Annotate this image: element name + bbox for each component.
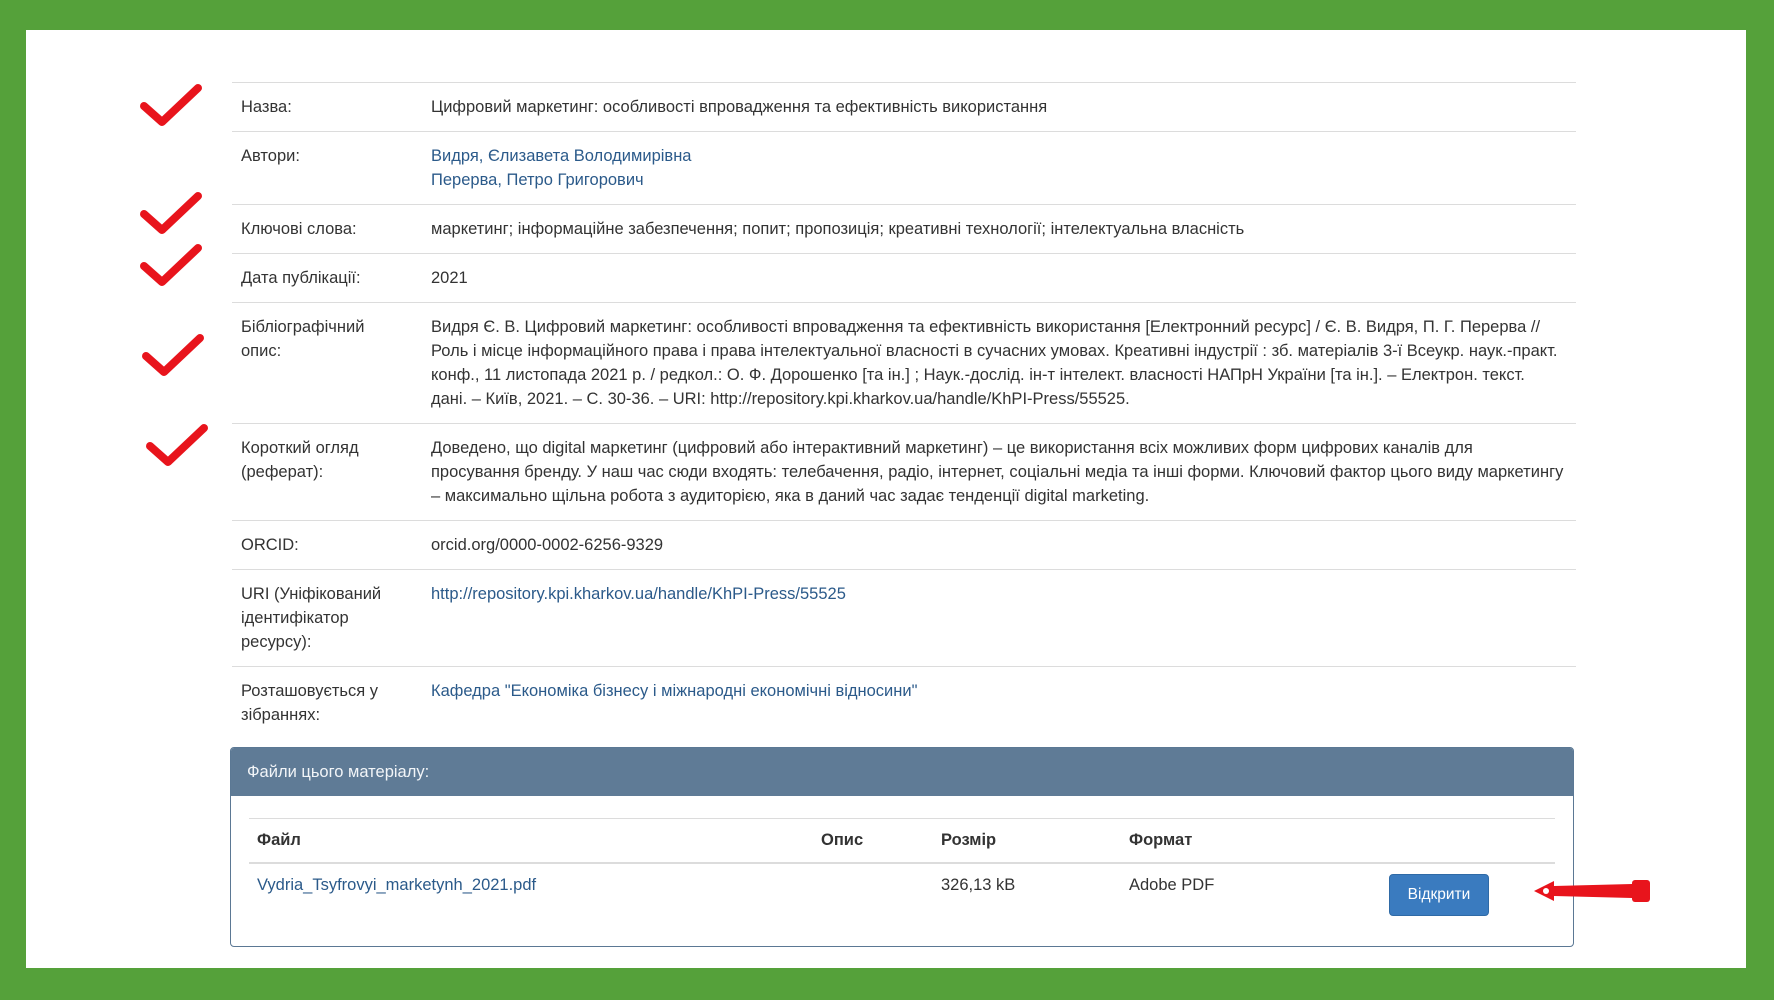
column-header-size: Розмір	[933, 818, 1121, 864]
metadata-value: orcid.org/0000-0002-6256-9329	[431, 521, 1576, 570]
metadata-label-line: Ключові слова:	[241, 220, 357, 238]
file-row: Vydria_Tsyfrovyi_marketynh_2021.pdf 326,…	[249, 863, 1555, 928]
open-file-button[interactable]: Відкрити	[1389, 874, 1489, 916]
metadata-label: Автори:	[232, 132, 431, 205]
metadata-label: Короткий огляд (реферат):	[232, 424, 431, 521]
metadata-label: Ключові слова:	[232, 205, 431, 254]
metadata-row: Ключові слова: маркетинг; інформаційне за…	[232, 204, 1576, 254]
metadata-label-line: ORCID:	[241, 536, 299, 554]
metadata-row: Короткий огляд (реферат): Доведено, що dig…	[232, 423, 1576, 521]
metadata-label-line: Короткий огляд	[241, 439, 359, 457]
metadata-value-line: Роль і місце інформаційного права і прав…	[431, 342, 1558, 360]
files-table-header-row: Файл Опис Розмір Формат	[249, 818, 1555, 864]
metadata-label: Бібліографічний опис:	[232, 303, 431, 424]
metadata-value-link[interactable]: Видря, Єлизавета Володимирівна	[431, 144, 1566, 168]
metadata-value-line: Доведено, що digital маркетинг (цифровий…	[431, 439, 1473, 457]
column-header-action	[1329, 818, 1555, 864]
metadata-row: Назва: Цифровий маркетинг: особливості вп…	[232, 82, 1576, 132]
metadata-value-line: просування бренду. У наш час сюди входят…	[431, 463, 1564, 481]
metadata-label: Дата публікації:	[232, 254, 431, 303]
metadata-row: Бібліографічний опис: Видря Є. В. Цифровий…	[232, 302, 1576, 424]
metadata-value: http://repository.kpi.kharkov.ua/handle/…	[431, 570, 1576, 667]
metadata-label-line: опис:	[241, 342, 282, 360]
column-header-description: Опис	[813, 818, 933, 864]
metadata-value-line: маркетинг; інформаційне забезпечення; по…	[431, 220, 1245, 238]
metadata-label: Розташовується у зібраннях:	[232, 667, 431, 740]
metadata-value: Доведено, що digital маркетинг (цифровий…	[431, 424, 1576, 521]
metadata-label-line: (реферат):	[241, 463, 324, 481]
column-header-file: Файл	[249, 818, 813, 864]
metadata-label-line: ідентифікатор	[241, 609, 349, 627]
red-checkmark-icon	[142, 334, 204, 376]
metadata-row: URI (Уніфікований ідентифікатор ресурсу): h…	[232, 569, 1576, 667]
metadata-value: Видря, Єлизавета Володимирівна Перерва, П…	[431, 132, 1576, 205]
metadata-value: Кафедра "Економіка бізнесу і міжнародні …	[431, 667, 1576, 740]
metadata-label-line: URI (Уніфікований	[241, 585, 382, 603]
metadata-value: Видря Є. В. Цифровий маркетинг: особливо…	[431, 303, 1576, 424]
files-table: Файл Опис Розмір Формат Vydria_Tsyfrovyi…	[249, 818, 1555, 928]
metadata-label: ORCID:	[232, 521, 431, 570]
item-metadata-table: Назва: Цифровий маркетинг: особливості вп…	[232, 82, 1576, 739]
metadata-value-link[interactable]: Кафедра "Економіка бізнесу і міжнародні …	[431, 679, 1566, 703]
metadata-value-link[interactable]: http://repository.kpi.kharkov.ua/handle/…	[431, 582, 1566, 606]
red-checkmark-icon	[140, 192, 202, 234]
file-description	[813, 863, 933, 928]
metadata-value-line: Видря Є. В. Цифровий маркетинг: особливо…	[431, 318, 1541, 336]
metadata-value-line: 2021	[431, 269, 468, 287]
metadata-value-line: Цифровий маркетинг: особливості впровадж…	[431, 98, 1048, 116]
metadata-label: Назва:	[232, 83, 431, 132]
metadata-label-line: Розташовується у	[241, 682, 379, 700]
red-checkmark-icon	[140, 84, 202, 126]
metadata-value-line: дані. – Київ, 2021. – С. 30-36. – URI: h…	[431, 390, 1130, 408]
file-link[interactable]: Vydria_Tsyfrovyi_marketynh_2021.pdf	[257, 876, 536, 894]
metadata-value: Цифровий маркетинг: особливості впровадж…	[431, 83, 1576, 132]
metadata-label-line: Дата публікації:	[241, 269, 361, 287]
metadata-value-line: orcid.org/0000-0002-6256-9329	[431, 536, 664, 554]
metadata-value-line: конф., 11 листопада 2021 р. / редкол.: О…	[431, 366, 1525, 384]
metadata-value-line: – максимально щільна робота з аудиторією…	[431, 487, 1150, 505]
file-size: 326,13 kB	[941, 876, 1016, 894]
metadata-row: ORCID: orcid.org/0000-0002-6256-9329	[232, 520, 1576, 570]
column-header-format: Формат	[1121, 818, 1329, 864]
metadata-row: Дата публікації: 2021	[232, 253, 1576, 303]
metadata-value: маркетинг; інформаційне забезпечення; по…	[431, 205, 1576, 254]
metadata-label-line: зібраннях:	[241, 706, 321, 724]
red-checkmark-icon	[146, 424, 208, 466]
files-panel-heading: Файли цього матеріалу:	[231, 748, 1573, 796]
metadata-label-line: ресурсу):	[241, 633, 312, 651]
annotation-checkmarks	[140, 84, 208, 466]
metadata-label-line: Автори:	[241, 147, 300, 165]
metadata-label-line: Бібліографічний	[241, 318, 365, 336]
metadata-value: 2021	[431, 254, 1576, 303]
metadata-label: URI (Уніфікований ідентифікатор ресурсу):	[232, 570, 431, 667]
metadata-label-line: Назва:	[241, 98, 292, 116]
metadata-row: Автори: Видря, Єлизавета Володимирівна Пер…	[232, 131, 1576, 205]
red-pointer-arrow-icon	[1534, 880, 1650, 902]
red-checkmark-icon	[140, 244, 202, 286]
file-format: Adobe PDF	[1129, 876, 1215, 894]
files-panel: Файли цього матеріалу: Файл Опис Розмір …	[230, 747, 1574, 947]
metadata-row: Розташовується у зібраннях: Кафедра "Еконо…	[232, 666, 1576, 740]
metadata-value-link[interactable]: Перерва, Петро Григорович	[431, 168, 1566, 192]
